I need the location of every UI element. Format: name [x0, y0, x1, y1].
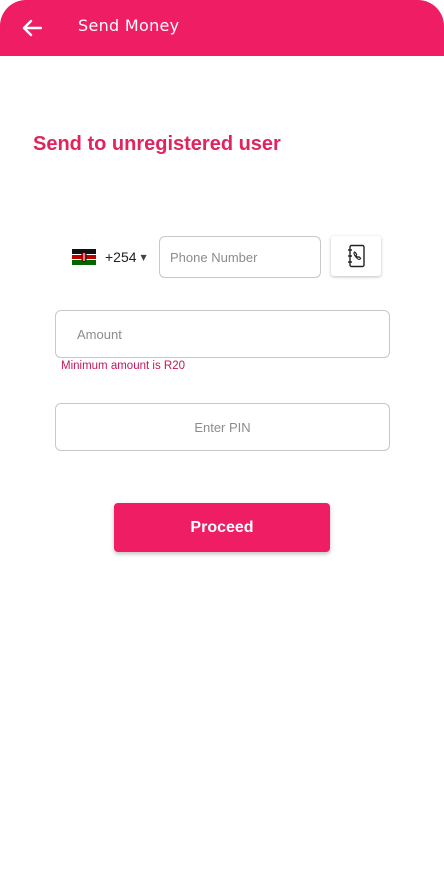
proceed-button[interactable]: Proceed [114, 503, 330, 552]
amount-field-container [55, 310, 390, 358]
phone-number-field-container [159, 236, 321, 278]
app-bar: Send Money [0, 0, 444, 56]
contact-book-icon [348, 244, 365, 268]
country-code: +254 [105, 249, 137, 265]
amount-input[interactable] [77, 311, 389, 357]
app-title: Send Money [78, 16, 180, 35]
amount-helper-text: Minimum amount is R20 [61, 360, 185, 372]
pin-input[interactable] [56, 404, 389, 450]
section-title: Send to unregistered user [33, 133, 281, 155]
kenya-flag-icon [72, 249, 96, 265]
phone-number-input[interactable] [170, 237, 320, 277]
back-button[interactable] [14, 10, 50, 46]
pin-field-container [55, 403, 390, 451]
caret-down-icon: ▼ [140, 252, 147, 262]
arrow-left-icon [22, 19, 42, 37]
contacts-button[interactable] [331, 236, 381, 276]
country-code-picker[interactable]: +254 ▼ [72, 245, 147, 269]
